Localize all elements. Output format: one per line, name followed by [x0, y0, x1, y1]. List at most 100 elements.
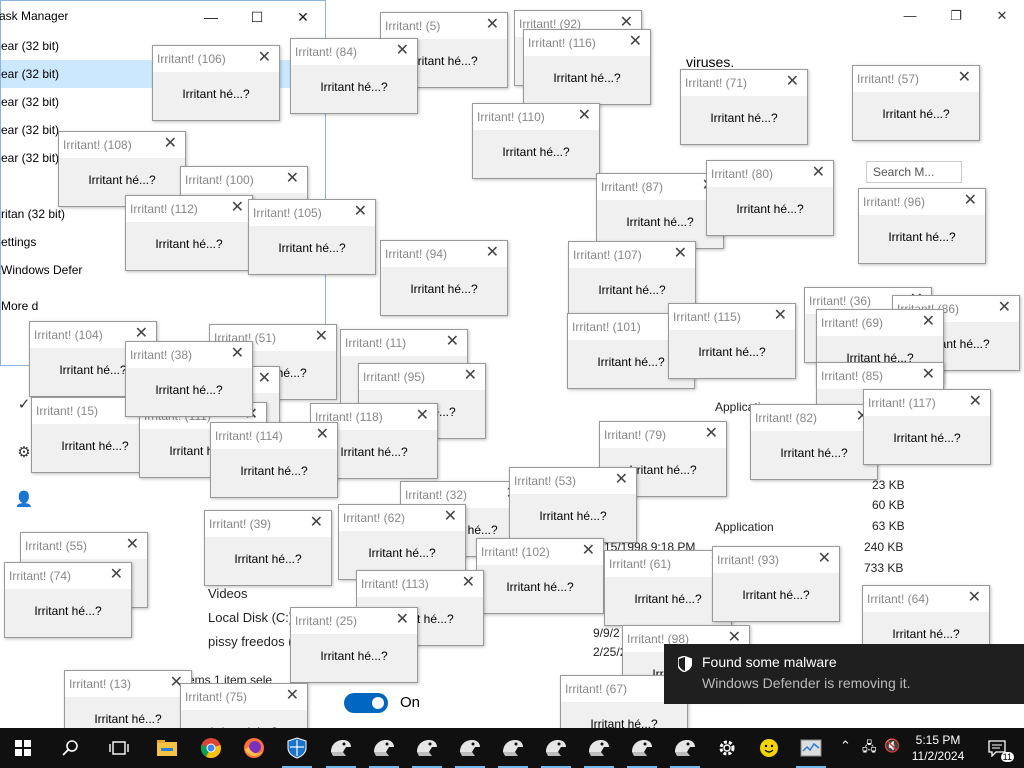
dialog-title-bar[interactable]: Irritant! (105) ✕ [249, 200, 375, 226]
irritant-dialog[interactable]: Irritant! (25) ✕ Irritant hé...? [290, 607, 418, 683]
close-icon[interactable]: ✕ [486, 244, 499, 262]
irritant-dialog[interactable]: Irritant! (94) ✕ Irritant hé...? [380, 240, 508, 316]
irritant-dialog[interactable]: Irritant! (105) ✕ Irritant hé...? [248, 199, 376, 275]
dialog-title-bar[interactable]: Irritant! (38) ✕ [126, 342, 252, 368]
close-icon[interactable]: ✕ [286, 170, 299, 188]
dialog-title-bar[interactable]: Irritant! (113) ✕ [357, 571, 483, 597]
dialog-title-bar[interactable]: Irritant! (94) ✕ [381, 241, 507, 267]
close-icon[interactable]: ✕ [629, 33, 642, 51]
sidebar-item-local-disk[interactable]: Local Disk (C:) [208, 610, 293, 625]
close-icon[interactable]: ✕ [674, 245, 687, 263]
dialog-title-bar[interactable]: Irritant! (11) ✕ [341, 330, 467, 356]
sidebar-item-videos[interactable]: Videos [208, 586, 248, 601]
volume-muted-icon[interactable]: 🔇 [884, 738, 900, 754]
minimize-icon[interactable]: — [201, 7, 221, 27]
irritant-dialog[interactable]: Irritant! (39) ✕ Irritant hé...? [204, 510, 332, 586]
chevron-up-icon[interactable]: ⌃ [840, 738, 851, 754]
file-explorer-icon[interactable] [146, 728, 188, 768]
irritant-dialog[interactable]: Irritant! (96) ✕ Irritant hé...? [858, 188, 986, 264]
close-icon[interactable]: ✕ [316, 426, 329, 444]
irritant-dialog[interactable]: Irritant! (87)✕ Irritant hé...? [596, 173, 724, 249]
defender-icon[interactable] [276, 728, 318, 768]
irritant-app-icon[interactable] [578, 728, 620, 768]
irritant-app-icon[interactable] [664, 728, 706, 768]
close-icon[interactable]: ✕ [486, 16, 499, 34]
dialog-title-bar[interactable]: Irritant! (13) ✕ [65, 671, 191, 697]
close-icon[interactable]: ✕ [164, 135, 177, 153]
dialog-title-bar[interactable]: Irritant! (69) ✕ [817, 310, 943, 336]
smiley-icon[interactable] [748, 728, 790, 768]
close-icon[interactable]: ✕ [998, 299, 1011, 317]
close-icon[interactable]: ✕ [615, 471, 628, 489]
irritant-app-icon[interactable] [363, 728, 405, 768]
irritant-dialog[interactable]: Irritant! (53) ✕ Irritant hé...? [509, 467, 637, 543]
close-icon[interactable]: ✕ [416, 407, 429, 425]
dialog-title-bar[interactable]: Irritant! (62) ✕ [339, 505, 465, 531]
dialog-title-bar[interactable]: Irritant! (110) ✕ [473, 104, 599, 130]
chrome-icon[interactable] [190, 728, 232, 768]
close-icon[interactable]: ✕ [315, 328, 328, 346]
dialog-title-bar[interactable]: Irritant! (112) ✕ [126, 196, 252, 222]
dialog-title-bar[interactable]: Irritant! (79) ✕ [600, 422, 726, 448]
close-icon[interactable]: ✕ [969, 393, 982, 411]
close-icon[interactable]: ✕ [994, 8, 1010, 24]
irritant-dialog[interactable]: Irritant! (116) ✕ Irritant hé...? [523, 29, 651, 105]
close-icon[interactable]: ✕ [922, 313, 935, 331]
dialog-title-bar[interactable]: Irritant! (82)✕ [751, 405, 877, 431]
close-icon[interactable]: ✕ [582, 542, 595, 560]
close-icon[interactable]: ✕ [396, 42, 409, 60]
irritant-dialog[interactable]: Irritant! (102) ✕ Irritant hé...? [476, 538, 604, 614]
dialog-title-bar[interactable]: Irritant! (100) ✕ [181, 167, 307, 193]
task-view-icon[interactable] [98, 728, 140, 768]
close-icon[interactable]: ✕ [258, 370, 271, 388]
close-icon[interactable]: ✕ [396, 611, 409, 629]
dialog-title-bar[interactable]: Irritant! (71) ✕ [681, 70, 807, 96]
dialog-title-bar[interactable]: Irritant! (116) ✕ [524, 30, 650, 56]
start-icon[interactable] [2, 728, 44, 768]
minimize-icon[interactable]: — [902, 8, 918, 24]
dialog-title-bar[interactable]: Irritant! (93) ✕ [713, 547, 839, 573]
irritant-app-icon[interactable] [406, 728, 448, 768]
dialog-title-bar[interactable]: Irritant! (95) ✕ [359, 364, 485, 390]
irritant-app-icon[interactable] [320, 728, 362, 768]
users-icon[interactable]: 👤 [14, 490, 34, 510]
close-icon[interactable]: ✕ [964, 192, 977, 210]
dialog-title-bar[interactable]: Irritant! (115) ✕ [669, 304, 795, 330]
close-icon[interactable]: ✕ [462, 574, 475, 592]
dialog-title-bar[interactable]: Irritant! (85) ✕ [817, 363, 943, 389]
close-icon[interactable]: ✕ [446, 333, 459, 351]
network-icon[interactable]: 🖧 [862, 738, 877, 760]
irritant-dialog[interactable]: Irritant! (84) ✕ Irritant hé...? [290, 38, 418, 114]
close-icon[interactable]: ✕ [231, 345, 244, 363]
dialog-title-bar[interactable]: Irritant! (39) ✕ [205, 511, 331, 537]
dialog-title-bar[interactable]: Irritant! (87)✕ [597, 174, 723, 200]
irritant-app-icon[interactable] [492, 728, 534, 768]
irritant-dialog[interactable]: Irritant! (62) ✕ Irritant hé...? [338, 504, 466, 580]
dialog-title-bar[interactable]: Irritant! (96) ✕ [859, 189, 985, 215]
close-icon[interactable]: ✕ [310, 514, 323, 532]
restore-icon[interactable]: ❐ [948, 8, 964, 24]
close-icon[interactable]: ✕ [110, 566, 123, 584]
close-icon[interactable]: ✕ [968, 589, 981, 607]
close-icon[interactable]: ✕ [922, 366, 935, 384]
dialog-title-bar[interactable]: Irritant! (55) ✕ [21, 533, 147, 559]
dialog-title-bar[interactable]: Irritant! (5) ✕ [381, 13, 507, 39]
close-icon[interactable]: ✕ [293, 7, 313, 27]
irritant-dialog[interactable]: Irritant! (38) ✕ Irritant hé...? [125, 341, 253, 417]
settings-icon[interactable] [706, 728, 748, 768]
close-icon[interactable]: ✕ [774, 307, 787, 325]
close-icon[interactable]: ✕ [812, 164, 825, 182]
irritant-dialog[interactable]: Irritant! (112) ✕ Irritant hé...? [125, 195, 253, 271]
dialog-title-bar[interactable]: Irritant! (25) ✕ [291, 608, 417, 634]
irritant-dialog[interactable]: Irritant! (117) ✕ Irritant hé...? [863, 389, 991, 465]
dialog-title-bar[interactable]: Irritant! (74) ✕ [5, 563, 131, 589]
close-icon[interactable]: ✕ [444, 508, 457, 526]
malware-toast[interactable]: Found some malware Windows Defender is r… [664, 644, 1024, 704]
irritant-dialog[interactable]: Irritant! (80) ✕ Irritant hé...? [706, 160, 834, 236]
dialog-title-bar[interactable]: Irritant! (102) ✕ [477, 539, 603, 565]
firefox-icon[interactable] [233, 728, 275, 768]
irritant-app-icon[interactable] [449, 728, 491, 768]
notification-center-icon[interactable]: 11 [976, 728, 1018, 768]
close-icon[interactable]: ✕ [705, 425, 718, 443]
close-icon[interactable]: ✕ [126, 536, 139, 554]
